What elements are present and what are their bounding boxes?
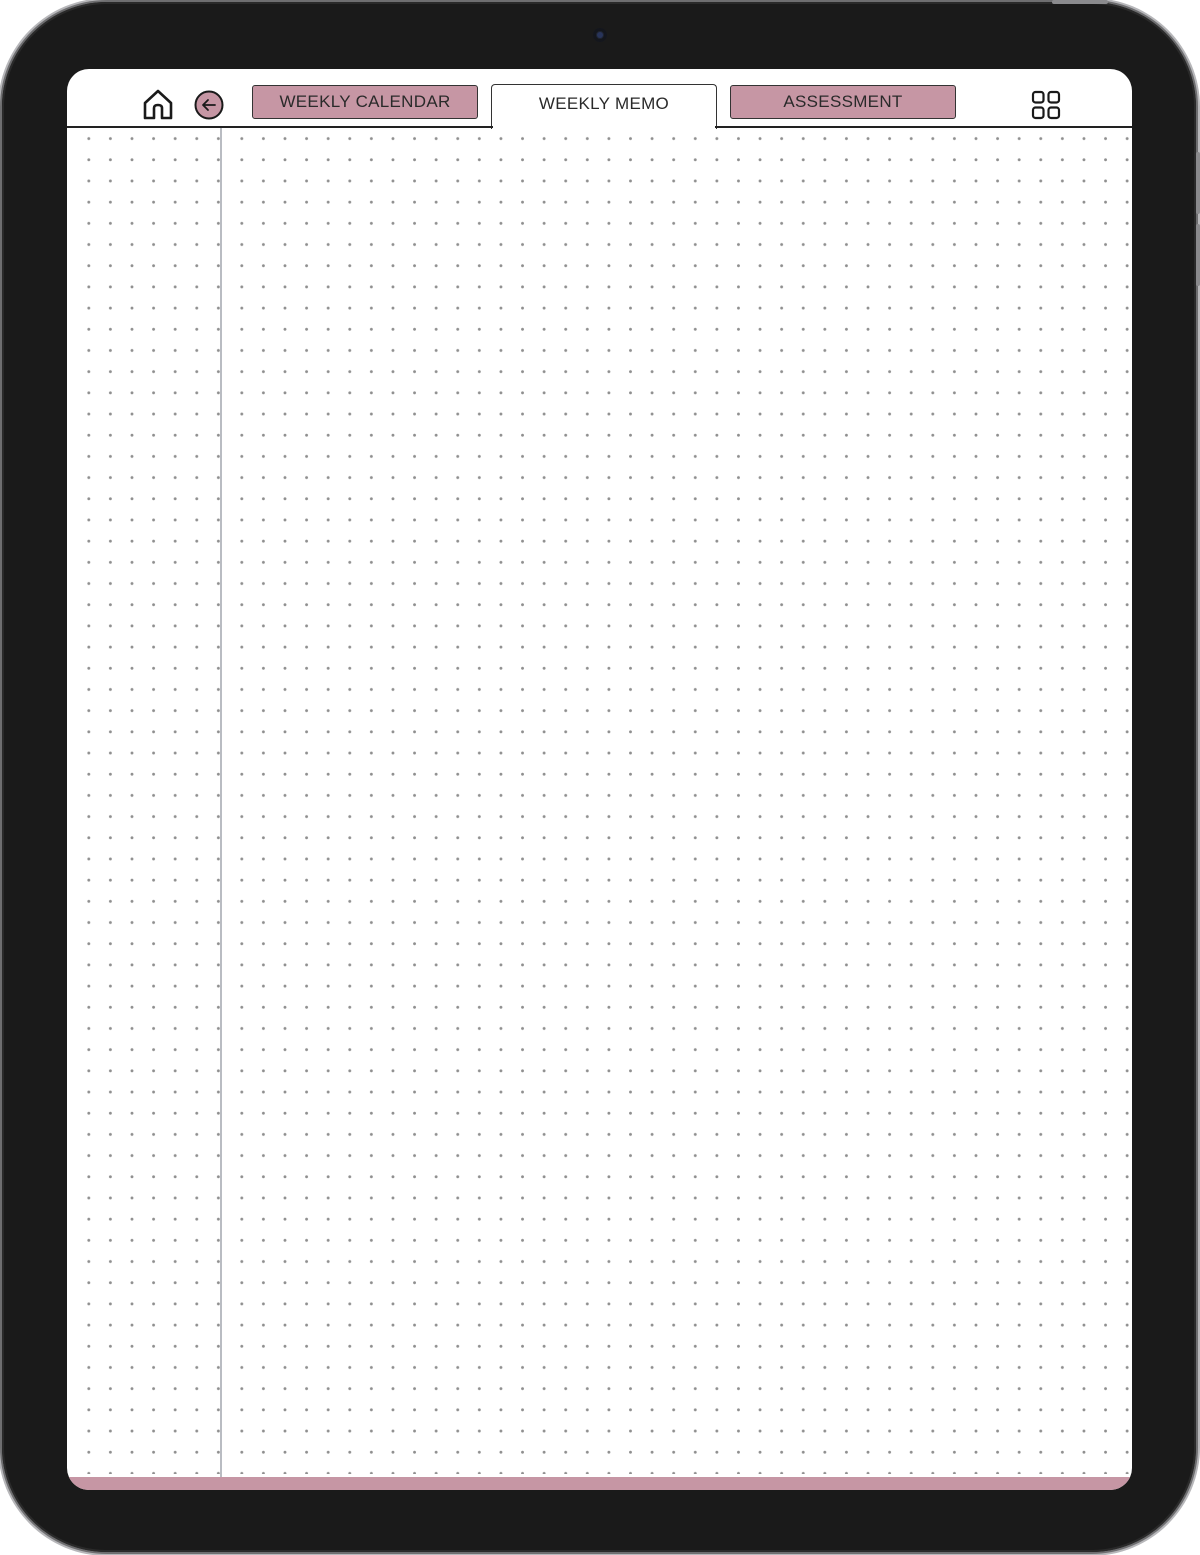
- grid-menu-icon: [1031, 90, 1061, 120]
- footer-accent-bar: [67, 1477, 1132, 1490]
- tab-weekly-memo[interactable]: WEEKLY MEMO: [491, 84, 717, 129]
- planner-screen: WEEKLY CALENDAR WEEKLY MEMO ASSESSMENT: [67, 69, 1132, 1490]
- power-button: [1052, 0, 1108, 4]
- dot-grid-sidebar[interactable]: [78, 128, 220, 1474]
- arrow-left-circle-icon: [194, 90, 224, 120]
- column-divider: [220, 128, 222, 1490]
- tablet-frame: WEEKLY CALENDAR WEEKLY MEMO ASSESSMENT: [2, 0, 1200, 1552]
- tab-assessment[interactable]: ASSESSMENT: [730, 85, 956, 119]
- home-button[interactable]: [141, 88, 175, 122]
- back-button[interactable]: [194, 90, 224, 120]
- grid-menu-button[interactable]: [1030, 89, 1062, 121]
- top-nav-bar: WEEKLY CALENDAR WEEKLY MEMO ASSESSMENT: [67, 69, 1132, 129]
- dot-grid-notes-area[interactable]: [231, 128, 1131, 1474]
- volume-button: [1196, 152, 1200, 214]
- tab-weekly-calendar[interactable]: WEEKLY CALENDAR: [252, 85, 478, 119]
- front-camera: [593, 28, 607, 42]
- home-icon: [143, 89, 173, 120]
- volume-button-lower: [1196, 224, 1200, 286]
